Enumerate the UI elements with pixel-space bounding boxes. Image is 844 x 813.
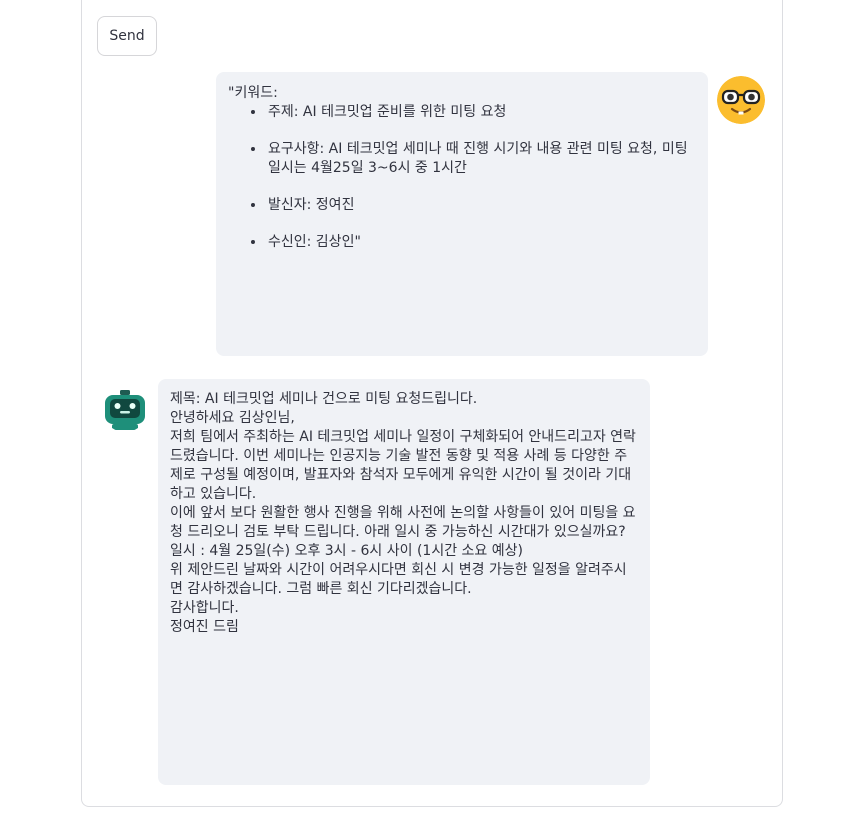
- robot-icon: [102, 386, 148, 432]
- nerd-face-icon: [717, 76, 765, 124]
- keyword-item-topic: 주제: AI 테크밋업 준비를 위한 미팅 요청: [266, 103, 694, 122]
- assistant-message: 제목: AI 테크밋업 세미나 건으로 미팅 요청드립니다. 안녕하세요 김상인…: [158, 379, 650, 785]
- keyword-item-recipient: 수신인: 김상인": [266, 233, 694, 252]
- send-button[interactable]: Send: [97, 16, 157, 56]
- keyword-item-requirements: 요구사항: AI 테크밋업 세미나 때 진행 시기와 내용 관련 미팅 요청, …: [266, 140, 694, 178]
- email-paragraph-intro: 저희 팀에서 주최하는 AI 테크밋업 세미나 일정이 구체화되어 안내드리고자…: [170, 429, 636, 502]
- email-paragraph-request: 이에 앞서 보다 원활한 행사 진행을 위해 사전에 논의할 사항들이 있어 미…: [170, 505, 636, 540]
- user-message: "키워드: 주제: AI 테크밋업 준비를 위한 미팅 요청 요구사항: AI …: [216, 72, 708, 356]
- keyword-list: 주제: AI 테크밋업 준비를 위한 미팅 요청 요구사항: AI 테크밋업 세…: [228, 103, 694, 252]
- email-paragraph-closing: 위 제안드린 날짜와 시간이 어려우시다면 회신 시 변경 가능한 일정을 알려…: [170, 562, 627, 597]
- email-greeting: 안녕하세요 김상인님,: [170, 410, 295, 426]
- keyword-item-sender: 발신자: 정여진: [266, 196, 694, 215]
- email-schedule: 일시 : 4월 25일(수) 오후 3시 - 6시 사이 (1시간 소요 예상): [170, 543, 523, 559]
- user-message-intro: "키워드:: [228, 85, 278, 101]
- email-signature: 감사합니다. 정여진 드림: [170, 600, 239, 635]
- email-subject: 제목: AI 테크밋업 세미나 건으로 미팅 요청드립니다.: [170, 391, 478, 407]
